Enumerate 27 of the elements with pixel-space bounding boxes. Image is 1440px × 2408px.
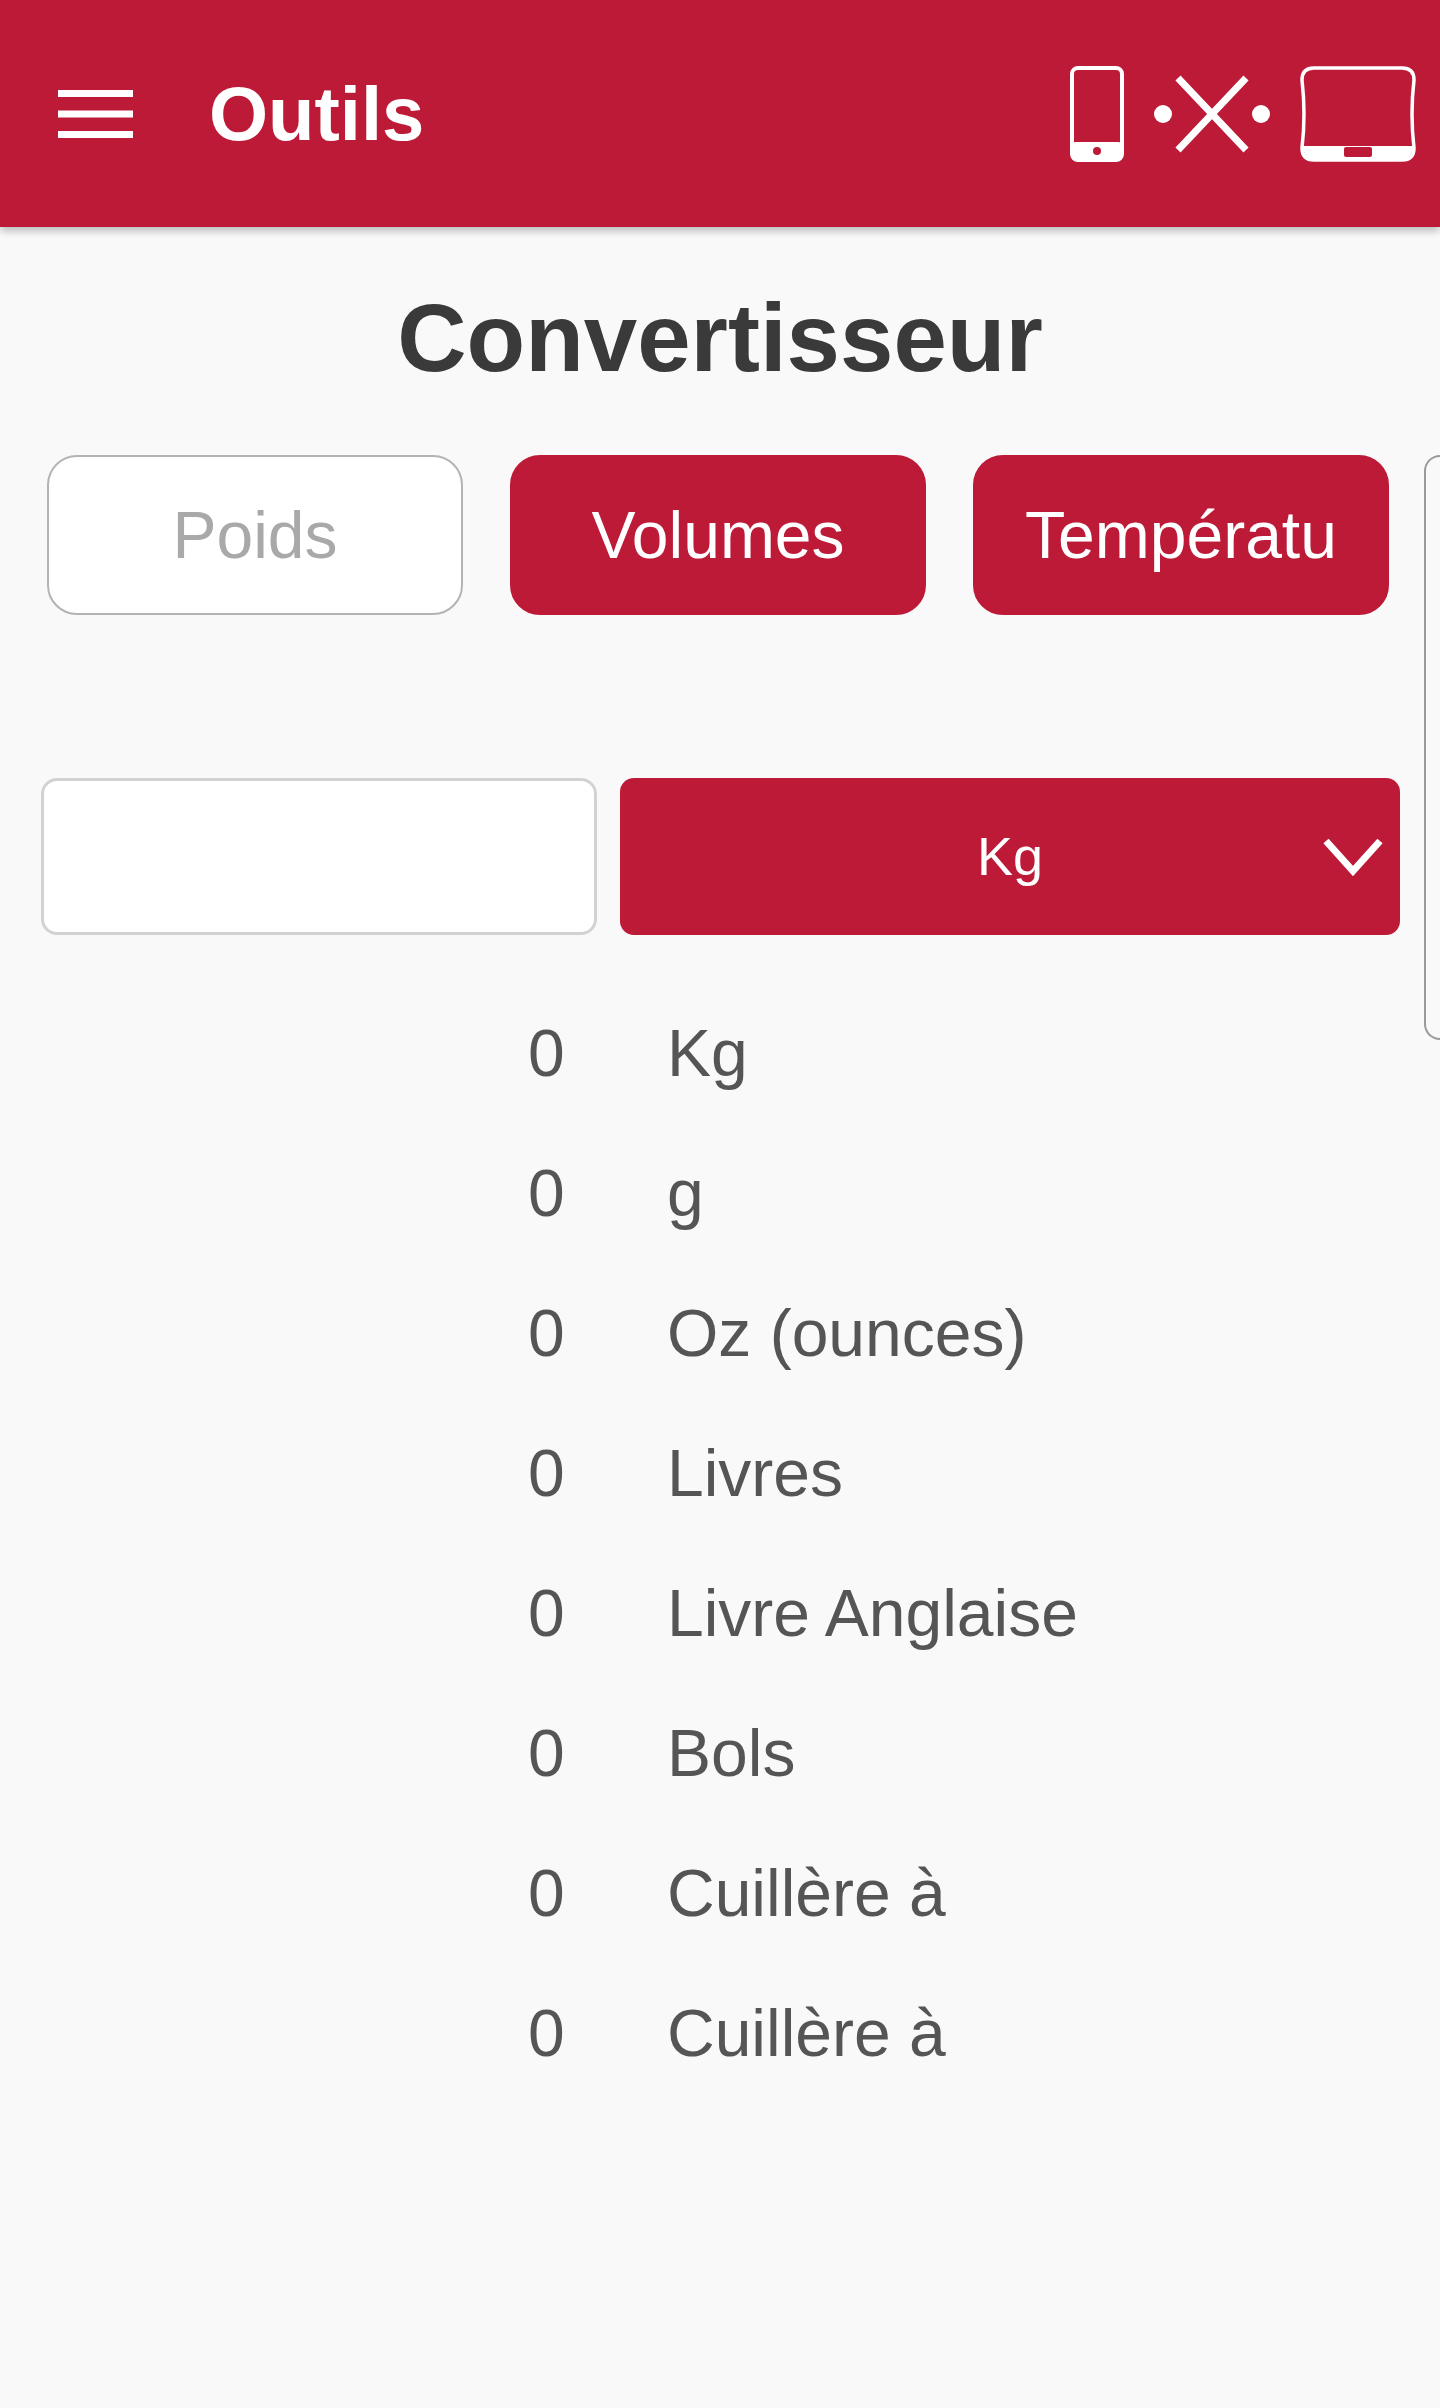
- result-value: 0: [528, 1437, 566, 1510]
- tab[interactable]: Températu: [973, 455, 1389, 616]
- tablet-icon[interactable]: [1300, 65, 1416, 162]
- result-value: 0: [528, 1017, 566, 1090]
- result-unit: Bols: [667, 1717, 796, 1790]
- page-heading: Convertisseur: [396, 283, 1044, 393]
- cross-with-dots-icon[interactable]: [1154, 73, 1270, 154]
- tab[interactable]: Volumes: [510, 455, 926, 616]
- result-value: 0: [528, 1717, 566, 1790]
- result-unit: Cuillère à: [667, 1857, 946, 1930]
- result-unit: Cuillère à: [667, 1997, 946, 2070]
- result-value: 0: [528, 1997, 566, 2070]
- result-unit: Livre Anglaise: [667, 1577, 1078, 1650]
- result-unit: Oz (ounces): [667, 1297, 1027, 1370]
- chevron-down-icon: [1323, 838, 1383, 877]
- result-unit: Livres: [667, 1437, 844, 1510]
- result-value: 0: [528, 1857, 566, 1930]
- app-title: Outils: [209, 71, 425, 156]
- result-value: 0: [528, 1297, 566, 1370]
- amount-input[interactable]: [41, 778, 597, 936]
- result-unit: Kg: [667, 1017, 748, 1090]
- menu-icon[interactable]: [58, 89, 133, 138]
- result-value: 0: [528, 1577, 566, 1650]
- phone-icon[interactable]: [1070, 65, 1124, 162]
- result-value: 0: [528, 1157, 566, 1230]
- unit-select[interactable]: Kg: [620, 778, 1400, 936]
- result-unit: g: [667, 1157, 704, 1230]
